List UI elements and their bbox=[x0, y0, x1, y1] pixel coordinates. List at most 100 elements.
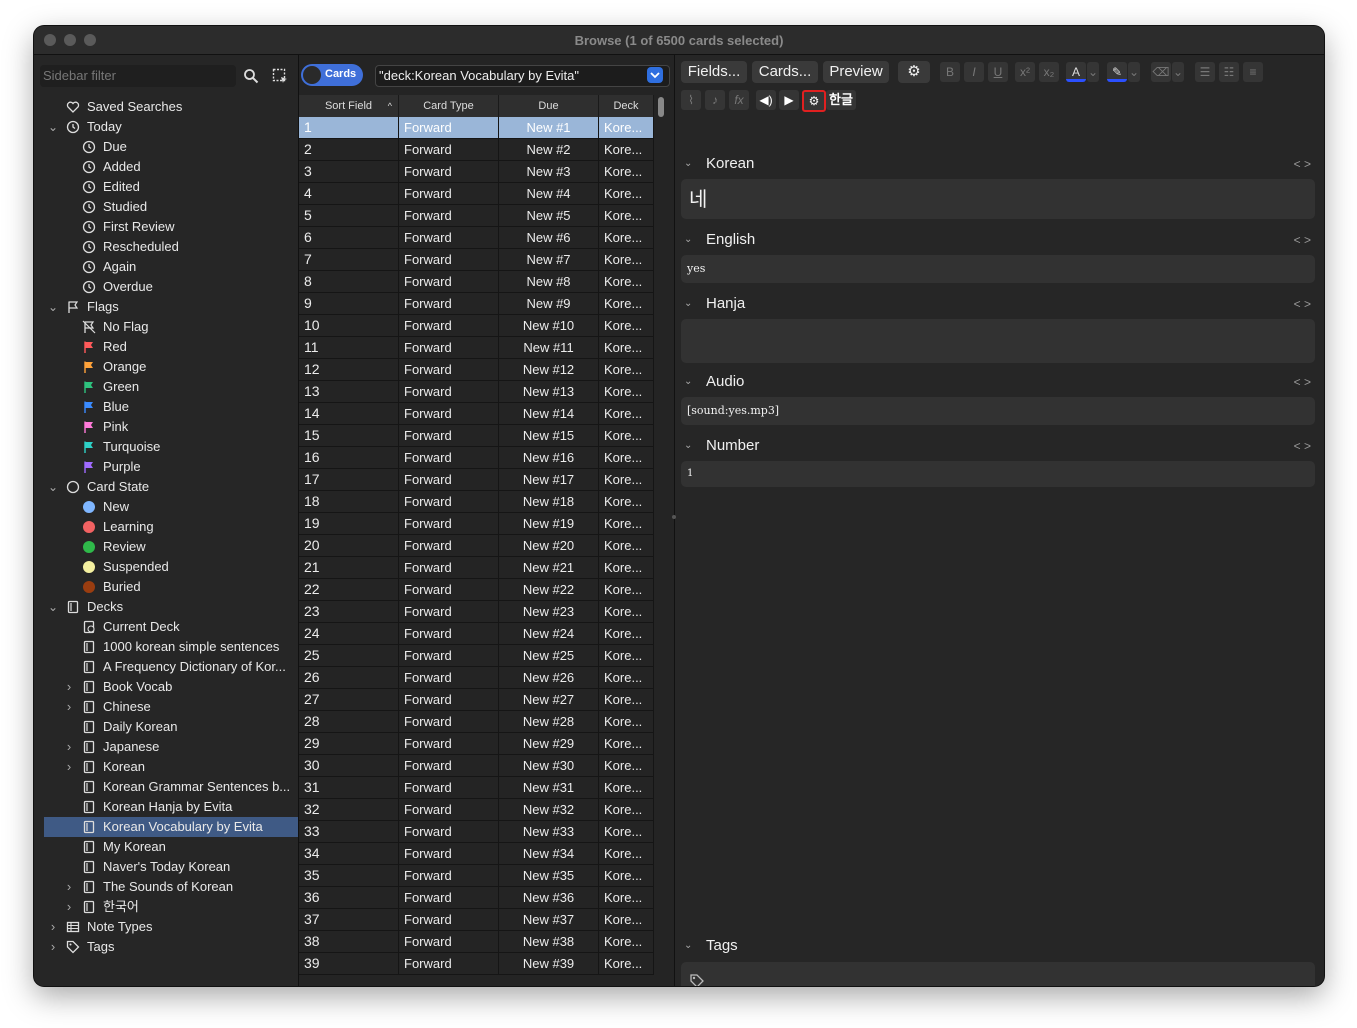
chevron-down-icon[interactable]: ⌄ bbox=[47, 477, 59, 497]
field-header-english[interactable]: ⌄ English < > bbox=[681, 229, 1315, 251]
table-row[interactable]: 20 Forward New #20 Kore... bbox=[299, 535, 654, 557]
sidebar-item-tags[interactable]: › Tags bbox=[44, 937, 298, 957]
table-row[interactable]: 14 Forward New #14 Kore... bbox=[299, 403, 654, 425]
table-row[interactable]: 23 Forward New #23 Kore... bbox=[299, 601, 654, 623]
table-row[interactable]: 25 Forward New #25 Kore... bbox=[299, 645, 654, 667]
chevron-right-icon[interactable]: › bbox=[63, 677, 75, 697]
chevron-right-icon[interactable]: › bbox=[63, 737, 75, 757]
table-row[interactable]: 9 Forward New #9 Kore... bbox=[299, 293, 654, 315]
sidebar-item-no-flag[interactable]: No Flag bbox=[44, 317, 298, 337]
column-header-card-type[interactable]: Card Type bbox=[399, 95, 499, 118]
record-audio-button[interactable]: ♪ bbox=[705, 90, 725, 110]
field-header-audio[interactable]: ⌄ Audio < > bbox=[681, 371, 1315, 393]
html-editor-toggle-icon[interactable]: < > bbox=[1294, 229, 1311, 251]
sidebar-item-pink[interactable]: Pink bbox=[44, 417, 298, 437]
table-row[interactable]: 12 Forward New #12 Kore... bbox=[299, 359, 654, 381]
table-row[interactable]: 24 Forward New #24 Kore... bbox=[299, 623, 654, 645]
sidebar-item-한국어[interactable]: › 한국어 bbox=[44, 897, 298, 917]
preview-button[interactable]: Preview bbox=[823, 61, 889, 83]
sidebar-item-current-deck[interactable]: Current Deck bbox=[44, 617, 298, 637]
text-color-dropdown[interactable]: ⌄ bbox=[1087, 62, 1099, 82]
column-header-due[interactable]: Due bbox=[499, 95, 599, 118]
sidebar-item-japanese[interactable]: › Japanese bbox=[44, 737, 298, 757]
sidebar-item-flags[interactable]: ⌄ Flags bbox=[44, 297, 298, 317]
sidebar-item-korean-hanja-by-evita[interactable]: Korean Hanja by Evita bbox=[44, 797, 298, 817]
table-row[interactable]: 31 Forward New #31 Kore... bbox=[299, 777, 654, 799]
table-row[interactable]: 15 Forward New #15 Kore... bbox=[299, 425, 654, 447]
sidebar-item-orange[interactable]: Orange bbox=[44, 357, 298, 377]
list-scrollbar[interactable] bbox=[658, 97, 664, 117]
field-number-input[interactable]: 1 bbox=[681, 461, 1315, 487]
sidebar-item-naver-s-today-korean[interactable]: Naver's Today Korean bbox=[44, 857, 298, 877]
chevron-right-icon[interactable]: › bbox=[63, 877, 75, 897]
hangul-button[interactable]: 한글 bbox=[826, 90, 856, 110]
sidebar-item-my-korean[interactable]: My Korean bbox=[44, 837, 298, 857]
table-row[interactable]: 21 Forward New #21 Kore... bbox=[299, 557, 654, 579]
chevron-right-icon[interactable]: › bbox=[63, 757, 75, 777]
sidebar-item-purple[interactable]: Purple bbox=[44, 457, 298, 477]
sidebar-item-korean-vocabulary-by-evita[interactable]: Korean Vocabulary by Evita bbox=[44, 817, 298, 837]
table-row[interactable]: 4 Forward New #4 Kore... bbox=[299, 183, 654, 205]
align-button[interactable]: ≡ bbox=[1243, 62, 1263, 82]
selection-tool-icon[interactable] bbox=[272, 68, 288, 84]
chevron-down-icon[interactable]: ⌄ bbox=[47, 597, 59, 617]
table-row[interactable]: 11 Forward New #11 Kore... bbox=[299, 337, 654, 359]
sidebar-item-edited[interactable]: Edited bbox=[44, 177, 298, 197]
highlight-color-button[interactable]: ✎ bbox=[1107, 62, 1127, 82]
sidebar-item-1000-korean-simple-sentences[interactable]: 1000 korean simple sentences bbox=[44, 637, 298, 657]
table-row[interactable]: 28 Forward New #28 Kore... bbox=[299, 711, 654, 733]
table-row[interactable]: 37 Forward New #37 Kore... bbox=[299, 909, 654, 931]
sidebar-item-decks[interactable]: ⌄ Decks bbox=[44, 597, 298, 617]
sidebar-item-overdue[interactable]: Overdue bbox=[44, 277, 298, 297]
cards-notes-toggle[interactable]: Cards bbox=[301, 64, 363, 86]
html-editor-toggle-icon[interactable]: < > bbox=[1294, 153, 1311, 175]
html-editor-toggle-icon[interactable]: < > bbox=[1294, 435, 1311, 457]
subscript-button[interactable]: x₂ bbox=[1039, 62, 1059, 82]
chevron-right-icon[interactable]: › bbox=[47, 917, 59, 937]
fields-button[interactable]: Fields... bbox=[681, 61, 747, 83]
play-button[interactable]: ▶ bbox=[779, 90, 799, 110]
table-row[interactable]: 2 Forward New #2 Kore... bbox=[299, 139, 654, 161]
chevron-right-icon[interactable]: › bbox=[63, 897, 75, 917]
table-row[interactable]: 18 Forward New #18 Kore... bbox=[299, 491, 654, 513]
table-row[interactable]: 6 Forward New #6 Kore... bbox=[299, 227, 654, 249]
table-row[interactable]: 36 Forward New #36 Kore... bbox=[299, 887, 654, 909]
addon-settings-button[interactable]: ⚙ bbox=[802, 90, 826, 112]
field-header-number[interactable]: ⌄ Number < > bbox=[681, 435, 1315, 457]
sidebar-item-chinese[interactable]: › Chinese bbox=[44, 697, 298, 717]
pane-splitter[interactable] bbox=[672, 515, 676, 519]
table-row[interactable]: 34 Forward New #34 Kore... bbox=[299, 843, 654, 865]
table-row[interactable]: 1 Forward New #1 Kore... bbox=[299, 117, 654, 139]
sidebar-item-added[interactable]: Added bbox=[44, 157, 298, 177]
table-row[interactable]: 7 Forward New #7 Kore... bbox=[299, 249, 654, 271]
tags-input[interactable] bbox=[681, 962, 1315, 986]
sidebar-item-studied[interactable]: Studied bbox=[44, 197, 298, 217]
sidebar-item-a-frequency-dictionary-of-kor[interactable]: A Frequency Dictionary of Kor... bbox=[44, 657, 298, 677]
underline-button[interactable]: U bbox=[988, 62, 1008, 82]
table-row[interactable]: 10 Forward New #10 Kore... bbox=[299, 315, 654, 337]
math-button[interactable]: fx bbox=[729, 90, 749, 110]
sidebar-item-card-state[interactable]: ⌄ Card State bbox=[44, 477, 298, 497]
sidebar-item-turquoise[interactable]: Turquoise bbox=[44, 437, 298, 457]
sidebar-item-saved-searches[interactable]: Saved Searches bbox=[44, 97, 298, 117]
table-row[interactable]: 13 Forward New #13 Kore... bbox=[299, 381, 654, 403]
sidebar-item-learning[interactable]: Learning bbox=[44, 517, 298, 537]
sidebar-item-first-review[interactable]: First Review bbox=[44, 217, 298, 237]
cards-button[interactable]: Cards... bbox=[752, 61, 818, 83]
field-hanja-input[interactable] bbox=[681, 319, 1315, 363]
sidebar-item-again[interactable]: Again bbox=[44, 257, 298, 277]
sidebar-filter-input[interactable]: Sidebar filter bbox=[40, 65, 236, 87]
sidebar-item-green[interactable]: Green bbox=[44, 377, 298, 397]
text-color-button[interactable]: A bbox=[1066, 62, 1086, 82]
table-row[interactable]: 27 Forward New #27 Kore... bbox=[299, 689, 654, 711]
italic-button[interactable]: I bbox=[964, 62, 984, 82]
sidebar-item-note-types[interactable]: › Note Types bbox=[44, 917, 298, 937]
clear-formatting-dropdown[interactable]: ⌄ bbox=[1172, 62, 1184, 82]
table-row[interactable]: 38 Forward New #38 Kore... bbox=[299, 931, 654, 953]
field-korean-input[interactable]: 네 bbox=[681, 179, 1315, 219]
html-editor-toggle-icon[interactable]: < > bbox=[1294, 293, 1311, 315]
sidebar-item-red[interactable]: Red bbox=[44, 337, 298, 357]
table-row[interactable]: 32 Forward New #32 Kore... bbox=[299, 799, 654, 821]
search-input[interactable]: "deck:Korean Vocabulary by Evita" bbox=[375, 65, 670, 87]
table-row[interactable]: 19 Forward New #19 Kore... bbox=[299, 513, 654, 535]
